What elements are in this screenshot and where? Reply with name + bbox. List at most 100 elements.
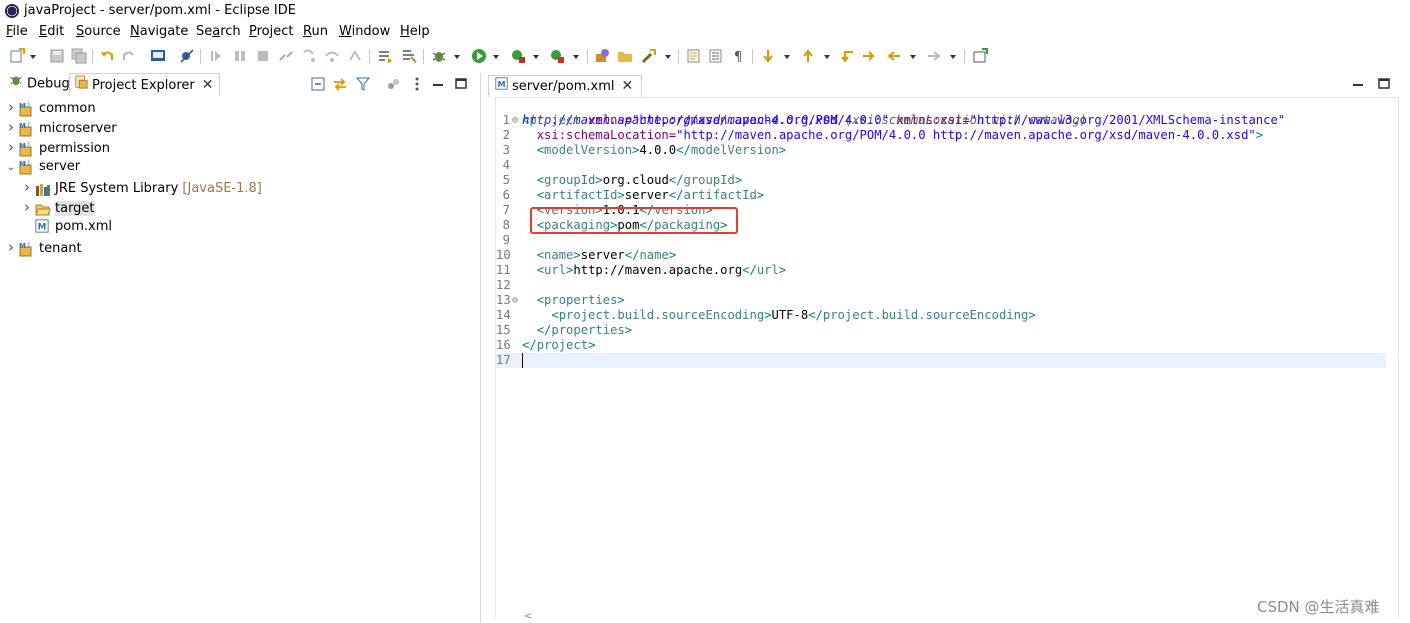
link-with-editor-icon[interactable] [332,76,348,92]
chevron-right-icon[interactable]: › [5,237,17,257]
tree-item-tenant[interactable]: › M Jtenant [5,237,82,257]
minimize-icon[interactable] [430,76,446,92]
disconnect-icon[interactable] [278,48,294,64]
svg-text:M: M [19,122,26,130]
new-wizard-icon[interactable] [9,48,25,64]
tab-project-explorer[interactable]: Project Explorer ✕ [69,73,221,96]
debug-icon[interactable] [431,48,447,64]
tree-item-server[interactable]: ⌄ M Jserver [5,157,80,177]
run-dropdown-icon[interactable] [493,55,499,59]
undo-icon[interactable] [99,48,115,64]
chevron-right-icon[interactable]: › [5,117,17,137]
tree-item-permission[interactable]: › M Jpermission [5,137,110,157]
show-whitespace-icon[interactable] [708,48,724,64]
tree-item-microserver[interactable]: › M Jmicroserver [5,117,117,137]
scroll-left-icon[interactable]: < [524,611,532,622]
filter-icon[interactable] [355,76,371,92]
tree-item-target[interactable]: › target [21,197,95,217]
next-annotation-icon[interactable] [686,48,702,64]
menu-navigate[interactable]: Navigate [130,24,188,39]
external-tools-icon[interactable] [549,48,565,64]
coverage-dropdown-icon[interactable] [533,55,539,59]
tree-item-jre-system-library[interactable]: › JRE System Library [JavaSE-1.8] [21,177,262,197]
fold-toggle-icon[interactable]: ⊖ [510,293,520,308]
open-type-icon[interactable] [641,48,657,64]
code-line-12: 12 [496,278,1386,293]
save-all-icon[interactable] [71,48,87,64]
tree-item-label: target [55,201,95,216]
skip-breakpoints-icon[interactable] [179,48,195,64]
suspend-icon[interactable] [232,48,248,64]
editor-minimize-icon[interactable] [1350,76,1366,92]
close-icon[interactable]: ✕ [202,74,214,96]
forward-dropdown-icon[interactable] [950,55,956,59]
open-type-dropdown-icon[interactable] [665,55,671,59]
chevron-right-icon[interactable]: › [21,177,33,197]
next-dropdown-icon[interactable] [784,55,790,59]
last-edit-location-icon[interactable] [839,48,855,64]
tree-item-label: tenant [39,241,82,256]
chevron-down-icon[interactable]: ⌄ [5,158,17,178]
toggle-breadcrumb-icon[interactable] [377,48,393,64]
terminate-icon[interactable] [255,48,271,64]
step-over-icon[interactable] [324,48,340,64]
line-number: 6 [502,188,510,202]
back-icon-alt[interactable] [861,48,877,64]
editor-maximize-icon[interactable] [1376,76,1392,92]
mark-occurrences-icon[interactable] [401,48,417,64]
previous-dropdown-icon[interactable] [824,55,830,59]
code-line-17: 17 [496,353,1386,368]
next-edit-location-icon[interactable] [760,48,776,64]
svg-text:M: M [19,242,26,250]
svg-text:J: J [27,121,30,128]
chevron-right-icon[interactable]: › [21,197,33,217]
new-dropdown-icon[interactable] [30,55,36,59]
tab-server-pom-xml[interactable]: Mserver/pom.xml ✕ [488,75,643,97]
chevron-right-icon[interactable]: › [5,97,17,117]
back-dropdown-icon[interactable] [910,55,916,59]
new-java-package-icon[interactable] [594,48,610,64]
tree-item-pom-xml[interactable]: Mpom.xml [21,217,112,237]
editor-area: Mserver/pom.xml ✕ http://maven.apache.org… [484,73,1410,623]
terminal-icon[interactable] [150,48,166,64]
menu-run[interactable]: Run [303,24,328,39]
menu-help[interactable]: Help [400,24,430,39]
previous-edit-location-icon[interactable] [800,48,816,64]
menu-file[interactable]: File [6,24,28,39]
resume-icon[interactable] [208,48,224,64]
external-tools-dropdown-icon[interactable] [573,55,579,59]
redo-icon[interactable] [121,48,137,64]
forward-icon[interactable] [926,48,942,64]
maximize-icon[interactable] [453,76,469,92]
run-icon[interactable] [471,48,487,64]
save-icon[interactable] [49,48,65,64]
menu-search[interactable]: Search [196,24,241,39]
menu-project[interactable]: Project [249,24,294,39]
menu-window[interactable]: Window [339,24,390,39]
watermark: CSDN @生活真难 [1257,598,1380,616]
maven-project-icon: MJ [19,101,35,117]
xml-source-editor[interactable]: http://maven.apache.org/xsd/maven-4.0.0.… [495,97,1399,618]
library-icon [35,181,51,197]
close-editor-icon[interactable]: ✕ [622,76,634,97]
tab-debug[interactable]: Debug [5,73,74,95]
menu-source[interactable]: Source [76,24,121,39]
menu-edit[interactable]: Edit [39,24,64,39]
open-folder-icon[interactable] [617,48,633,64]
step-into-icon[interactable] [301,48,317,64]
chevron-right-icon[interactable]: › [5,137,17,157]
title-bar: javaProject - server/pom.xml - Eclipse I… [0,0,1410,22]
code-line-13: 13 ⊖ <properties> [496,293,1386,308]
back-icon[interactable] [886,48,902,64]
pin-editor-icon[interactable] [972,48,988,64]
horizontal-scrollbar[interactable]: < [496,611,1384,623]
fold-toggle-icon[interactable]: ⊖ [510,113,520,128]
tree-item-common[interactable]: › M Jcommon [5,97,96,117]
collapse-all-icon[interactable] [310,76,326,92]
step-return-icon[interactable] [347,48,363,64]
pilcrow-icon[interactable]: ¶ [731,48,747,64]
coverage-icon[interactable] [510,48,526,64]
view-menu-icon[interactable] [409,76,425,92]
focus-icon[interactable] [385,76,401,92]
debug-dropdown-icon[interactable] [454,55,460,59]
